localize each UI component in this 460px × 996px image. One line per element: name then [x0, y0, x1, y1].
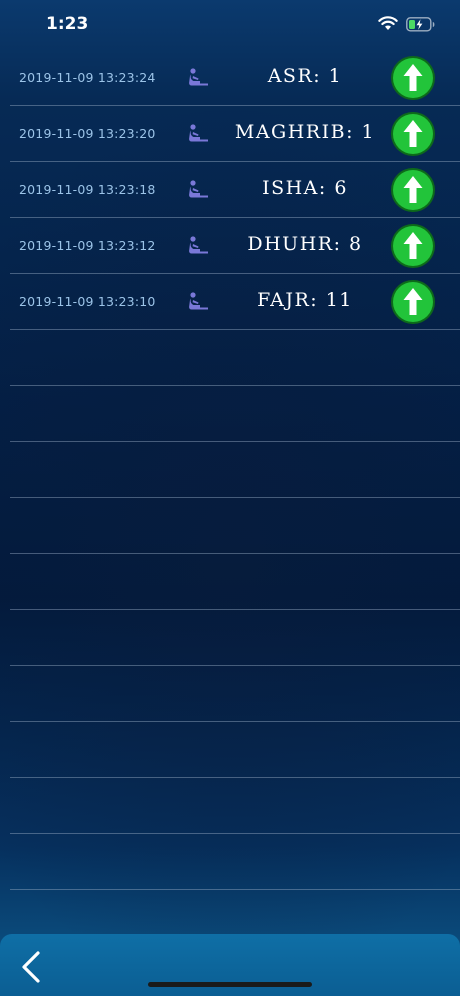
empty-row	[10, 554, 460, 610]
prayer-count: FAJR: 11	[257, 289, 353, 311]
prayer-row: 2019-11-09 13:23:24 ASR: 1	[10, 50, 460, 106]
empty-row	[10, 498, 460, 554]
praying-person-icon	[188, 179, 210, 204]
up-arrow-icon[interactable]	[390, 223, 436, 269]
status-time: 1:23	[46, 14, 89, 34]
praying-person-icon	[188, 67, 210, 92]
row-timestamp: 2019-11-09 13:23:24	[19, 70, 156, 85]
chevron-left-icon	[22, 951, 40, 983]
praying-person-icon	[188, 291, 210, 316]
prayer-count: MAGHRIB: 1	[234, 121, 376, 143]
up-arrow-icon[interactable]	[390, 279, 436, 325]
status-bar: 1:23	[0, 0, 460, 50]
empty-row	[10, 330, 460, 386]
praying-person-icon	[188, 123, 210, 148]
row-timestamp: 2019-11-09 13:23:10	[19, 294, 156, 309]
prayer-count: ASR: 1	[267, 65, 343, 87]
up-arrow-icon[interactable]	[390, 55, 436, 101]
empty-row	[10, 722, 460, 778]
wifi-icon	[378, 16, 398, 36]
prayer-row: 2019-11-09 13:23:12 DHUHR: 8	[10, 218, 460, 274]
empty-row	[10, 778, 460, 834]
up-arrow-icon[interactable]	[390, 111, 436, 157]
prayer-count: ISHA: 6	[262, 177, 348, 199]
prayer-count: DHUHR: 8	[247, 233, 363, 255]
up-arrow-icon[interactable]	[390, 167, 436, 213]
home-indicator[interactable]	[148, 982, 312, 987]
praying-person-icon	[188, 235, 210, 260]
prayer-row: 2019-11-09 13:23:10 FAJR: 11	[10, 274, 460, 330]
empty-row	[10, 666, 460, 722]
row-timestamp: 2019-11-09 13:23:20	[19, 126, 156, 141]
prayer-row: 2019-11-09 13:23:18 ISHA: 6	[10, 162, 460, 218]
bottom-toolbar	[0, 934, 460, 996]
empty-row	[10, 386, 460, 442]
prayer-log-list: 2019-11-09 13:23:24 ASR: 1 2019-11-09 13:2…	[10, 50, 460, 890]
row-timestamp: 2019-11-09 13:23:12	[19, 238, 156, 253]
empty-row	[10, 610, 460, 666]
prayer-row: 2019-11-09 13:23:20 MAGHRIB: 1	[10, 106, 460, 162]
empty-row	[10, 442, 460, 498]
back-button[interactable]	[14, 948, 50, 986]
empty-row	[10, 834, 460, 890]
battery-charging-icon	[406, 17, 436, 37]
row-timestamp: 2019-11-09 13:23:18	[19, 182, 156, 197]
